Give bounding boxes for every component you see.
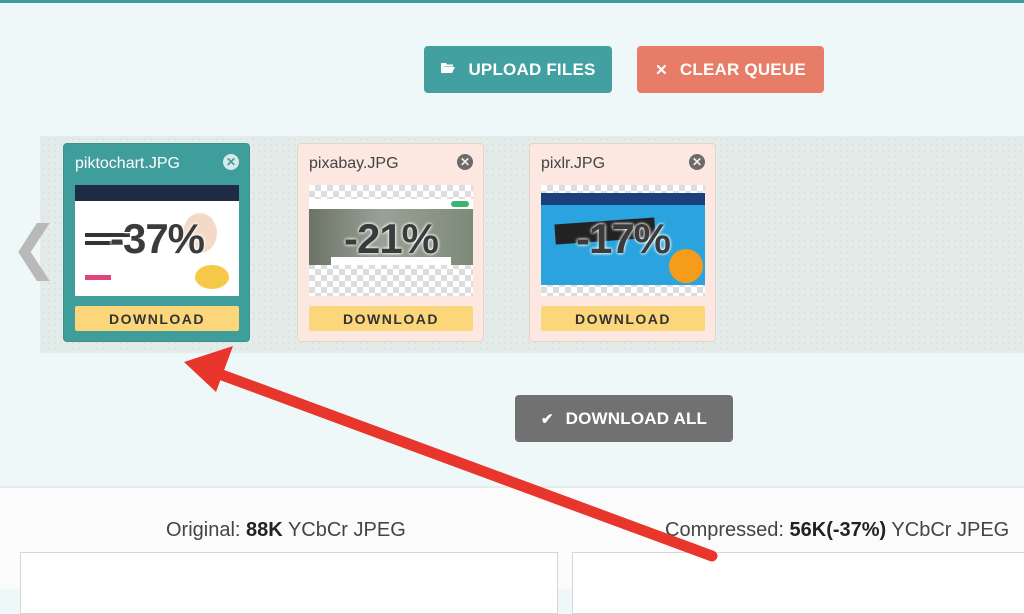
annotation-arrow bbox=[184, 346, 718, 562]
